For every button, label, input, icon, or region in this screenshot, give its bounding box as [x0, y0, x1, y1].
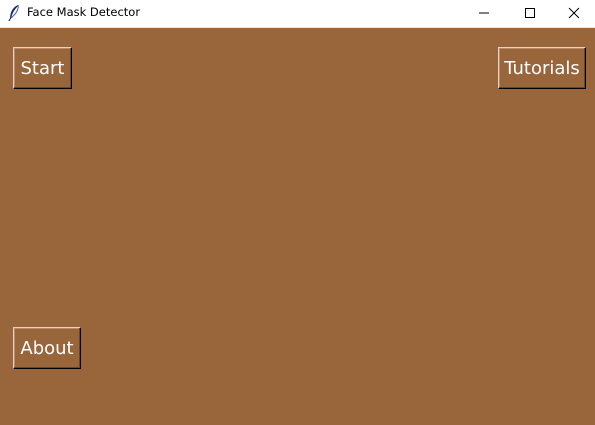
- close-button[interactable]: [553, 0, 595, 27]
- title-bar[interactable]: Face Mask Detector: [0, 0, 595, 28]
- feather-icon: [7, 4, 21, 22]
- maximize-button[interactable]: [507, 0, 553, 27]
- about-button[interactable]: About: [13, 327, 81, 369]
- tutorials-button[interactable]: Tutorials: [498, 47, 586, 89]
- close-icon: [568, 4, 580, 23]
- window-title: Face Mask Detector: [27, 5, 141, 19]
- maximize-icon: [524, 4, 536, 23]
- app-window: Face Mask Detector Start Tutorials About: [0, 0, 595, 425]
- minimize-icon: [478, 4, 490, 23]
- main-canvas: Start Tutorials About: [0, 28, 595, 425]
- minimize-button[interactable]: [461, 0, 507, 27]
- start-button[interactable]: Start: [13, 47, 72, 89]
